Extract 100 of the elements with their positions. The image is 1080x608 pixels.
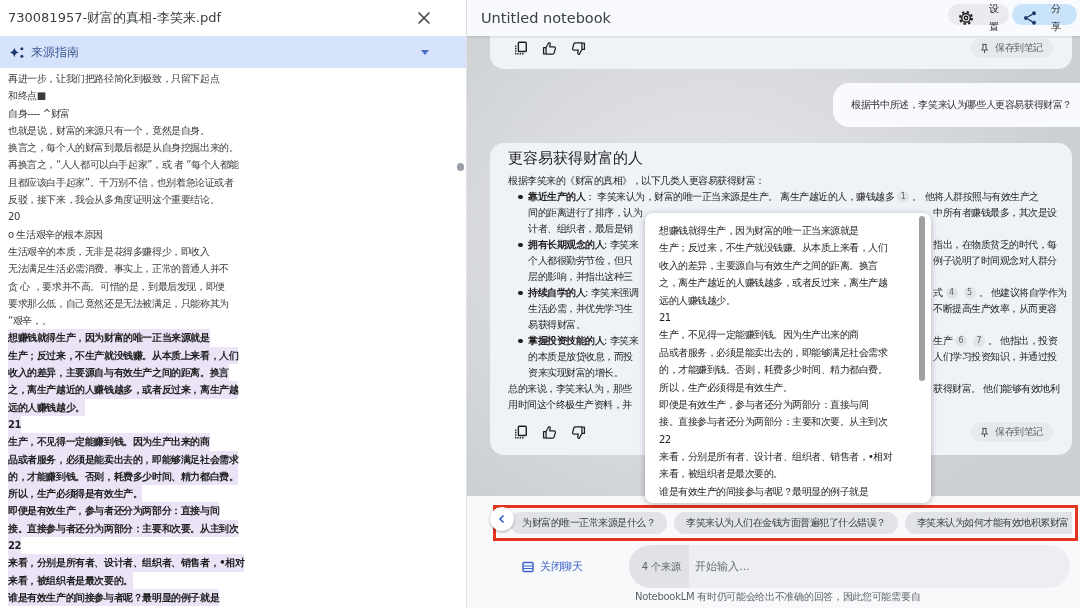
bullet-icon bbox=[518, 290, 523, 296]
answer-text: 资来实现财富的增长。 bbox=[528, 366, 623, 380]
answer-text: 靠近生产的人： 李笑来认为，财富的唯一正当来源是生产。 离生产越近的人，赚钱越多 bbox=[528, 190, 895, 204]
thumbs-down-icon[interactable] bbox=[571, 40, 586, 56]
thumbs-up-icon[interactable] bbox=[542, 40, 557, 56]
bullet-icon bbox=[518, 338, 523, 344]
scrollbar-thumb[interactable] bbox=[919, 216, 925, 381]
source-text: 反驳，接下来，我会从多角度证明这个重要结论。 bbox=[8, 193, 220, 208]
source-text: 22 bbox=[8, 537, 22, 555]
popup-text: 想赚钱就得生产，因为财富的唯一正当来源就是 bbox=[659, 224, 859, 238]
answer-text: 式 bbox=[933, 286, 943, 300]
source-text: 贪 心 ，要求并不高。可惜的是，到最后发现，即便 bbox=[8, 279, 225, 294]
source-text: 20 bbox=[8, 210, 20, 225]
thumbs-up-icon[interactable] bbox=[542, 424, 557, 440]
caret-icon bbox=[421, 49, 429, 55]
answer-text: 个人都很勤劳节俭，但只 bbox=[528, 254, 633, 268]
answer-text: 间的距离进行了排序，认为 bbox=[528, 206, 642, 220]
answer-text: 总的来说，李笑来认为，那些 bbox=[508, 382, 632, 396]
share-icon bbox=[1022, 10, 1038, 26]
close-icon[interactable] bbox=[418, 12, 430, 24]
bullet-icon bbox=[518, 194, 523, 200]
source-text: “艰辛，。 bbox=[8, 314, 52, 329]
answer-text: 人们学习投资知识，并通过投 bbox=[933, 350, 1057, 364]
source-text: 自身---- ^财富 bbox=[8, 106, 70, 121]
chevron-left-icon[interactable] bbox=[490, 507, 514, 531]
source-text: 再进一步，让我们把路径简化到极致，只留下起点 bbox=[8, 72, 220, 86]
suggestion-chip[interactable]: 为财富的唯一正常来源是什么？ bbox=[510, 512, 667, 534]
pin-icon bbox=[980, 426, 989, 438]
citation-button[interactable]: 7 bbox=[973, 335, 985, 347]
answer-text: 生产 bbox=[933, 334, 952, 348]
answer-text: 生活必需，并优先学习生 bbox=[528, 302, 633, 316]
answer-text: 不断提高生产效率，从而更容 bbox=[933, 302, 1057, 316]
thumbs-down-icon[interactable] bbox=[571, 424, 586, 440]
share-button[interactable]: 分享 bbox=[1012, 0, 1077, 36]
popup-text: 远的人赚钱越少。 bbox=[659, 293, 735, 308]
citation-button[interactable]: 5 bbox=[963, 287, 976, 299]
answer-text: 中所有者赚钱最多，其次是设 bbox=[933, 206, 1057, 220]
gear-icon bbox=[958, 10, 974, 26]
answer-text: 例子说明了时间观念对人群分 bbox=[933, 254, 1057, 268]
answer-text: 掌握投资技能的人: 李笑来 bbox=[528, 334, 639, 348]
source-text: 要求那么低，自己竟然还是无法被满足，只能称其为 bbox=[8, 296, 229, 311]
source-text: 无法满足生活必需消费。事实上，正常的普通人并不 bbox=[8, 262, 229, 277]
popup-text: 生产，不见得一定能赚到钱。因为生产出来的商 bbox=[659, 328, 859, 343]
popup-text: 收入的差异，主要源自与有效生产之间的距离。换言 bbox=[659, 258, 878, 273]
popup-text: 来看，分别是所有者、设计者、组织者、销售者，•相对 bbox=[659, 450, 893, 465]
source-text: 即便是有效生产，参与者还分为两部分：直接与间 bbox=[8, 502, 220, 520]
source-text: 谁是有效生产的间接参与者呢？最明显的例子就是 bbox=[8, 588, 220, 607]
source-text: o 生活艰辛的根本原因 bbox=[8, 227, 103, 242]
copy-icon[interactable] bbox=[514, 41, 528, 55]
answer-text: 易获得财富。 bbox=[528, 318, 585, 332]
pin-icon bbox=[980, 42, 989, 54]
answer-text: 。 他将人群按照与有效生产之 bbox=[912, 190, 1039, 204]
question-bubble: 根据书中所述，李笑来认为哪些人更容易获得财富？ bbox=[833, 83, 1080, 127]
settings-button[interactable]: 设置 bbox=[948, 0, 1009, 36]
answer-text: 计者、组织者，最后是销 bbox=[528, 222, 633, 236]
source-text: 生产；反过来，不生产就没钱赚。从本质上来看，人们 bbox=[8, 346, 239, 365]
source-text: 且都应该白手起家”。千万别不信，也别着急论证或者 bbox=[8, 175, 234, 190]
popup-text: 的，才能赚到钱。否则，耗费多少时间、精力都白费。 bbox=[659, 363, 887, 378]
copy-icon[interactable] bbox=[514, 425, 528, 439]
popup-text: 品或者服务，必须是能卖出去的，即能够满足社会需求 bbox=[659, 345, 887, 360]
answer-title: 更容易获得财富的人 bbox=[508, 148, 643, 168]
answer-text: 。 他建议将自学作为 bbox=[978, 286, 1067, 300]
disclaimer-text: NotebookLM 有时仍可能会给出不准确的回答，因此您可能需要自 bbox=[635, 591, 921, 603]
document-title: 730081957-财富的真相-李笑来.pdf bbox=[8, 9, 222, 27]
answer-text: 用时间这个终极生产资料，并 bbox=[508, 398, 632, 412]
citation-button[interactable]: 4 bbox=[945, 287, 958, 299]
source-text: 换言之，每个人的财富到最后都是从自身挖掘出来的。 bbox=[8, 141, 239, 156]
scrollbar-thumb[interactable] bbox=[457, 163, 464, 171]
source-text: 再换言之，“人人都可以白手起家”，或 者 “每个人都能 bbox=[8, 158, 240, 173]
popup-text: 生产；反过来，不生产就没钱赚。从本质上来看，人们 bbox=[659, 241, 887, 256]
popup-text: 来看，被组织者是最次要的。 bbox=[659, 467, 783, 482]
source-text: 来看，分别是所有者、设计者、组织者、销售者，•相对 bbox=[8, 554, 245, 572]
popup-text: 21 bbox=[659, 310, 671, 325]
notebook-title: Untitled notebook bbox=[481, 10, 612, 26]
sparkle-icon bbox=[9, 45, 25, 59]
suggestion-chip[interactable]: 李笑来认为如何才能有效地积累财富 bbox=[904, 512, 1072, 534]
answer-text: 的本质是放贷收息，而投 bbox=[528, 350, 633, 364]
answer-text: 获得财富。 他们能够有效地利 bbox=[933, 382, 1060, 396]
source-text: 所以，生产必须得是有效生产。 bbox=[8, 485, 143, 503]
panel-icon bbox=[522, 560, 534, 573]
save-to-note-button[interactable]: 保存到笔记 bbox=[971, 422, 1053, 442]
popup-text: 接。直接参与者还分为两部分：主要和次要。从主到次 bbox=[659, 415, 887, 430]
save-to-note-button[interactable]: 保存到笔记 bbox=[971, 38, 1053, 58]
source-guide-bar[interactable]: 来源指南 bbox=[0, 36, 466, 68]
message-input[interactable]: 开始输入... bbox=[689, 545, 1070, 588]
close-chat-button[interactable]: 关闭聊天 bbox=[522, 559, 583, 574]
popup-text: 即便是有效生产，参与者还分为两部分：直接与间 bbox=[659, 397, 868, 412]
source-text: 生产，不见得一定能赚到钱。因为生产出来的商 bbox=[8, 433, 210, 451]
answer-text: 持续自学的人: 李笑来强调 bbox=[528, 286, 639, 300]
popup-text: 22 bbox=[659, 432, 671, 447]
source-text: 之，离生产越近的人赚钱越多，或者反过来，离生产越 bbox=[8, 381, 239, 399]
suggestion-chip[interactable]: 李笑来认为人们在金钱方面普遍犯了什么错误？ bbox=[674, 512, 898, 534]
answer-text: 拥有长期观念的人: 李笑来 bbox=[528, 238, 639, 252]
citation-button[interactable]: 6 bbox=[955, 335, 967, 347]
source-text: 收入的差异，主要源自与有效生产之间的距离。换言 bbox=[8, 364, 229, 382]
source-text: 生活艰辛的本质，无非是花得多赚得少，即收入 bbox=[8, 244, 210, 259]
citation-button[interactable]: 1 bbox=[897, 191, 910, 203]
source-text: 想赚钱就得生产，因为财富的唯一正当来源就是 bbox=[8, 329, 210, 347]
bullet-icon bbox=[518, 242, 523, 248]
answer-text: 。 他指出，投资 bbox=[988, 334, 1058, 348]
